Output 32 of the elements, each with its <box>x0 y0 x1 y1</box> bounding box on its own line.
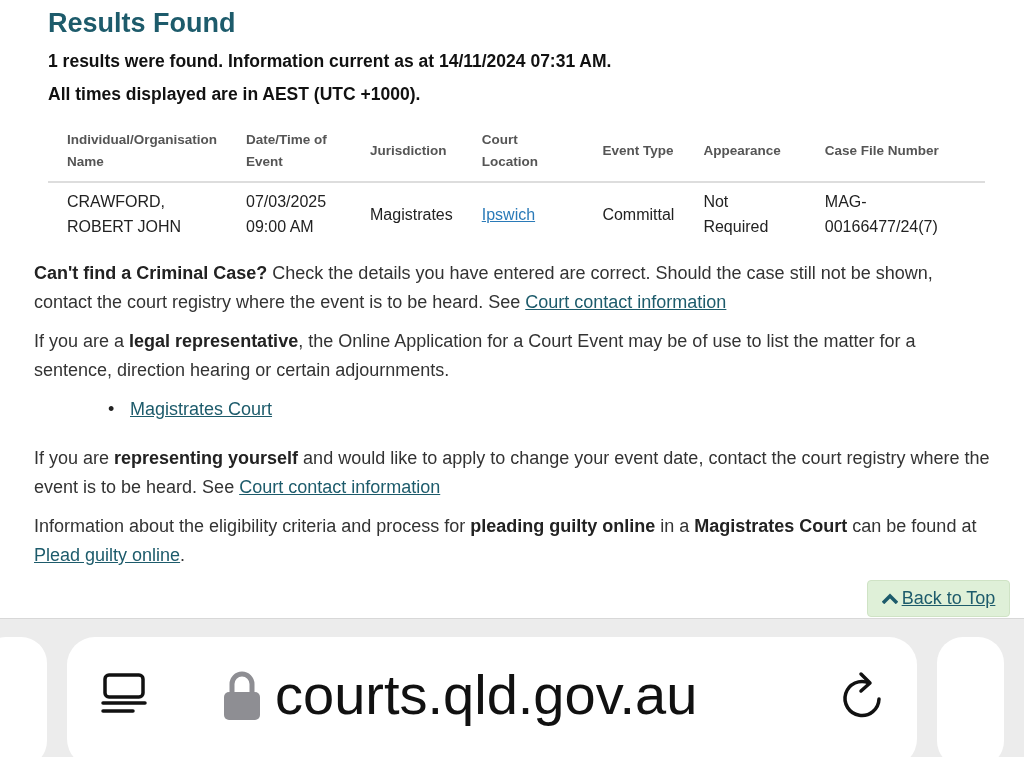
column-header: Case File Number <box>805 125 985 182</box>
summary-text: 1 results were found. Information current as at 14/11/2024 07:31 AM. <box>48 51 613 72</box>
info-paragraph: If you are a legal representative, the Online Application for a Court Event may be of use to list the matter for a sentence, direction hearing or certain adjournments. <box>34 330 917 382</box>
url-text: courts.qld.gov.au <box>275 663 698 727</box>
column-header: Individual/Organisation Name <box>48 125 228 182</box>
page-heading: Results Found <box>48 8 237 39</box>
info-link[interactable]: Court contact information <box>525 292 727 312</box>
column-header: Court Location <box>462 125 584 182</box>
column-header: Date/Time of Event <box>227 125 352 182</box>
court-link[interactable]: Magistrates Court <box>130 399 273 419</box>
address-bar[interactable]: courts.qld.gov.au <box>67 637 917 757</box>
table-cell: Committal <box>602 205 675 223</box>
bullet-marker: • <box>108 398 116 421</box>
info-paragraph: If you are representing yourself and would like to apply to change your event date, contact the court registry where the event is to be heard. See Court contact information <box>34 447 990 499</box>
column-header: Appearance <box>684 125 806 182</box>
summary-text: All times displayed are in AEST (UTC +1000). <box>48 84 422 105</box>
chevron-up-icon <box>881 593 898 604</box>
lock-icon <box>223 669 261 721</box>
location-link[interactable]: Ipswich <box>481 205 536 223</box>
info-link[interactable]: Court contact information <box>239 477 441 497</box>
info-paragraph: Information about the eligibility criteria and process for pleading guilty online in a Magistrates Court can be found at Plead guilty online. <box>34 515 978 567</box>
column-header: Jurisdiction <box>351 125 463 182</box>
table-cell: MAG-00166477/24(7) <box>824 193 938 235</box>
table-cell: Not Required <box>703 193 769 235</box>
column-header: Event Type <box>583 125 685 182</box>
info-paragraph: Can't find a Criminal Case? Check the details you have entered are correct. Should the case still not be shown, contact the court registry where the event is to be heard. See Court contact information <box>34 262 934 314</box>
table-cell: CRAWFORD, ROBERT JOHN <box>67 193 182 235</box>
info-link[interactable]: Plead guilty online <box>34 545 181 565</box>
reader-icon[interactable] <box>101 673 147 713</box>
table-cell: 07/03/2025 09:00 AM <box>246 193 327 235</box>
back-to-top-button[interactable]: Back to Top <box>867 580 1010 617</box>
table-cell: Magistrates <box>370 205 453 223</box>
